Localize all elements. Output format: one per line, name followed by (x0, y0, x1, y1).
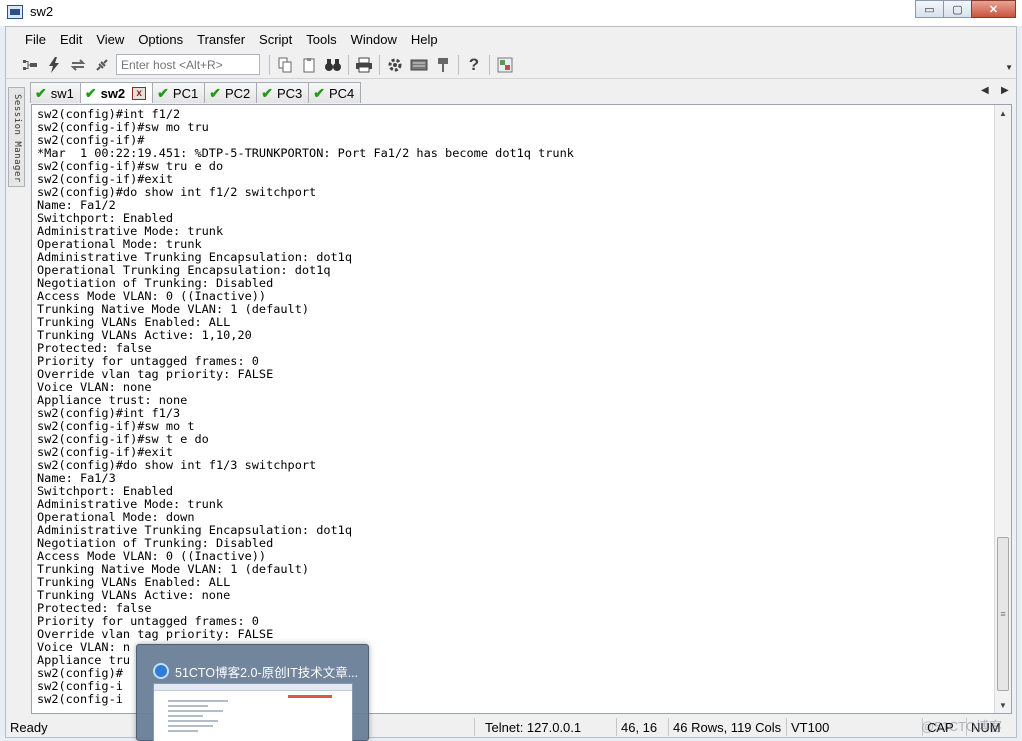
toolbar-separator (489, 54, 490, 75)
window-title: sw2 (30, 4, 54, 19)
menu-window[interactable]: Window (344, 30, 404, 49)
session-manager-label: Session Manager (12, 94, 22, 183)
scrollbar-thumb[interactable]: ≡ (997, 537, 1009, 691)
vertical-scrollbar[interactable]: ▲ ≡ ▼ (994, 105, 1011, 713)
scroll-down-icon[interactable]: ▼ (995, 697, 1011, 713)
status-cursor: 46, 16 (616, 718, 668, 736)
menu-tools[interactable]: Tools (299, 30, 343, 49)
tab-scroll-left-icon[interactable]: ◀ (981, 85, 989, 96)
tab-label: PC1 (172, 85, 199, 101)
session-tabs: ✔ sw1 ✔ sw2 x ✔ PC1 ✔ PC2 ✔ PC3 ✔ PC4 (30, 82, 362, 103)
connected-check-icon: ✔ (261, 84, 273, 101)
tab-pc4[interactable]: ✔ PC4 (308, 82, 362, 103)
connected-check-icon: ✔ (157, 84, 169, 101)
keymap-icon[interactable] (407, 54, 431, 76)
toolbar-separator (348, 54, 349, 75)
status-emulation: VT100 (786, 718, 922, 736)
tab-pc3[interactable]: ✔ PC3 (256, 82, 310, 103)
menu-file[interactable]: File (18, 30, 53, 49)
preview-title: 51CTO博客2.0-原创IT技术文章... (175, 666, 359, 680)
minimize-button[interactable]: ▭ (915, 0, 944, 18)
sftp-icon[interactable] (493, 54, 517, 76)
print-icon[interactable] (352, 54, 376, 76)
tab-pc2[interactable]: ✔ PC2 (204, 82, 258, 103)
tab-scroll-right-icon[interactable]: ▶ (1001, 85, 1009, 96)
menu-help[interactable]: Help (404, 30, 445, 49)
menu-bar: File Edit View Options Transfer Script T… (6, 27, 1016, 51)
settings-icon[interactable] (383, 54, 407, 76)
connected-check-icon: ✔ (209, 84, 221, 101)
session-manager-tab[interactable]: Session Manager (8, 87, 25, 187)
tab-label: PC2 (224, 85, 251, 101)
terminal-app-icon (7, 5, 23, 19)
tab-sw1[interactable]: ✔ sw1 (30, 82, 81, 103)
status-size: 46 Rows, 119 Cols (668, 718, 786, 736)
paste-icon[interactable] (297, 54, 321, 76)
tab-label: sw2 (100, 85, 126, 101)
help-icon[interactable]: ? (462, 54, 486, 76)
tab-close-icon[interactable]: x (132, 86, 147, 100)
terminal-view[interactable]: sw2(config)#int f1/2 sw2(config-if)#sw mo… (31, 104, 1012, 714)
copy-icon[interactable] (273, 54, 297, 76)
taskbar-preview-popup[interactable]: 51CTO博客2.0-原创IT技术文章... (136, 644, 369, 741)
tab-label: PC4 (329, 85, 355, 101)
preview-thumbnail (153, 683, 353, 741)
toolbar: ? ▼ (6, 51, 1016, 79)
toolbar-separator (379, 54, 380, 75)
terminal-line: sw2(config)#do show int f1/3 switchport (37, 458, 317, 472)
status-connection: Telnet: 127.0.0.1 (474, 718, 616, 736)
connected-check-icon: ✔ (35, 84, 47, 101)
lock-icon[interactable] (431, 54, 455, 76)
browser-icon (153, 663, 169, 679)
reconnect-icon[interactable] (66, 54, 90, 76)
menu-view[interactable]: View (89, 30, 131, 49)
find-icon[interactable] (321, 54, 345, 76)
close-button[interactable]: ✕ (971, 0, 1016, 18)
tab-sw2[interactable]: ✔ sw2 x (79, 82, 154, 103)
connected-check-icon: ✔ (313, 84, 325, 101)
menu-script[interactable]: Script (252, 30, 299, 49)
quick-connect-icon[interactable] (42, 54, 66, 76)
tab-label: sw1 (50, 85, 74, 101)
toolbar-overflow-icon[interactable]: ▼ (1005, 63, 1013, 72)
terminal-line: sw2(config)#do show int f1/2 switchport (37, 185, 317, 199)
window-controls: ▭ ▢ ✕ (915, 0, 1016, 18)
host-input[interactable] (116, 54, 260, 75)
menu-transfer[interactable]: Transfer (190, 30, 252, 49)
scroll-up-icon[interactable]: ▲ (995, 105, 1011, 121)
tab-label: PC3 (276, 85, 303, 101)
toolbar-separator (269, 54, 270, 75)
menu-options[interactable]: Options (131, 30, 190, 49)
app-frame: File Edit View Options Transfer Script T… (5, 26, 1017, 738)
connect-icon[interactable] (18, 54, 42, 76)
maximize-button[interactable]: ▢ (943, 0, 972, 18)
connected-check-icon: ✔ (84, 84, 97, 101)
tab-pc1[interactable]: ✔ PC1 (152, 82, 206, 103)
disconnect-icon[interactable] (90, 54, 114, 76)
toolbar-separator (458, 54, 459, 75)
watermark: @51CTO博客 (921, 719, 1002, 734)
menu-edit[interactable]: Edit (53, 30, 89, 49)
terminal-output: sw2(config)#int f1/2 sw2(config-if)#sw mo… (37, 108, 574, 706)
window-titlebar: sw2 ▭ ▢ ✕ (0, 0, 1022, 26)
